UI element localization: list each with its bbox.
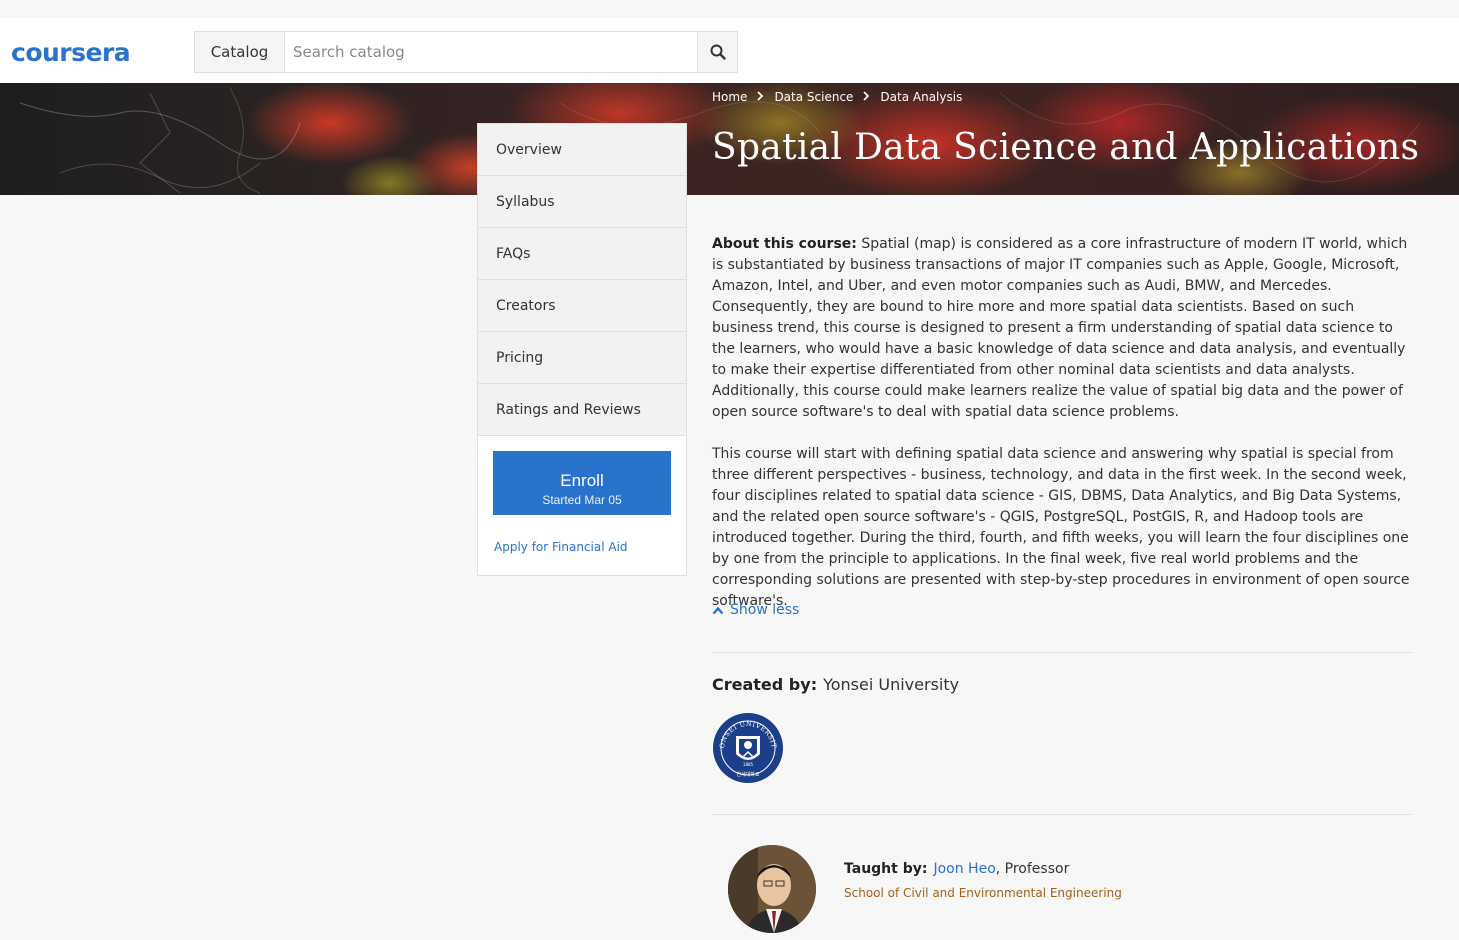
breadcrumb-data-analysis[interactable]: Data Analysis: [880, 90, 962, 104]
sidenav-overview[interactable]: Overview: [478, 124, 686, 176]
site-header: coursera Catalog: [0, 18, 1459, 83]
financial-aid-link[interactable]: Apply for Financial Aid: [494, 540, 628, 554]
breadcrumb-data-science[interactable]: Data Science: [774, 90, 853, 104]
sidenav-creators[interactable]: Creators: [478, 280, 686, 332]
chevron-right-icon: [757, 90, 764, 104]
breadcrumb: Home Data Science Data Analysis: [712, 90, 962, 104]
coursera-logo[interactable]: coursera: [11, 38, 131, 67]
svg-text:1885: 1885: [743, 762, 754, 767]
about-paragraph-1: About this course: Spatial (map) is cons…: [712, 234, 1412, 423]
enroll-button[interactable]: Enroll Started Mar 05: [493, 451, 671, 515]
catalog-button[interactable]: Catalog: [195, 32, 285, 72]
about-text-1: Spatial (map) is considered as a core in…: [712, 236, 1408, 420]
course-sidenav: Overview Syllabus FAQs Creators Pricing …: [477, 123, 687, 576]
breadcrumb-home[interactable]: Home: [712, 90, 747, 104]
chevron-right-icon: [863, 90, 870, 104]
search-icon: [710, 44, 726, 60]
section-divider: [712, 652, 1412, 653]
about-paragraph-2: This course will start with defining spa…: [712, 446, 1410, 609]
about-section: About this course: Spatial (map) is cons…: [712, 234, 1412, 612]
instructor-department: School of Civil and Environmental Engine…: [844, 886, 1122, 900]
created-by-label: Created by:: [712, 675, 818, 694]
section-divider: [712, 814, 1412, 815]
show-less-toggle[interactable]: Show less: [712, 602, 799, 618]
sidenav-pricing[interactable]: Pricing: [478, 332, 686, 384]
taught-by: Taught by: Joon Heo, Professor: [844, 861, 1069, 877]
yonsei-seal-logo[interactable]: YONSEI UNIVERSITY 1885 연세대학교: [712, 712, 784, 784]
enroll-start-date: Started Mar 05: [542, 493, 622, 507]
search-bar: Catalog: [194, 31, 738, 73]
instructor-avatar[interactable]: [728, 845, 816, 933]
search-button[interactable]: [697, 32, 737, 72]
chevron-up-icon: [712, 606, 724, 614]
about-heading: About this course:: [712, 236, 857, 252]
instructor-name-link[interactable]: Joon Heo: [933, 861, 995, 877]
sidenav-ratings-reviews[interactable]: Ratings and Reviews: [478, 384, 686, 436]
sidenav-syllabus[interactable]: Syllabus: [478, 176, 686, 228]
svg-text:연세대학교: 연세대학교: [736, 771, 759, 778]
search-input[interactable]: [285, 32, 697, 72]
course-title: Spatial Data Science and Applications: [712, 127, 1420, 168]
top-strip: [0, 0, 1459, 18]
enroll-panel: Enroll Started Mar 05 Apply for Financia…: [478, 436, 686, 575]
creator-name[interactable]: Yonsei University: [823, 675, 959, 694]
created-by: Created by: Yonsei University: [712, 675, 959, 694]
taught-by-label: Taught by:: [844, 861, 928, 877]
show-less-label: Show less: [730, 602, 800, 618]
instructor-title: , Professor: [995, 861, 1070, 877]
sidenav-faqs[interactable]: FAQs: [478, 228, 686, 280]
enroll-label: Enroll: [560, 471, 604, 490]
